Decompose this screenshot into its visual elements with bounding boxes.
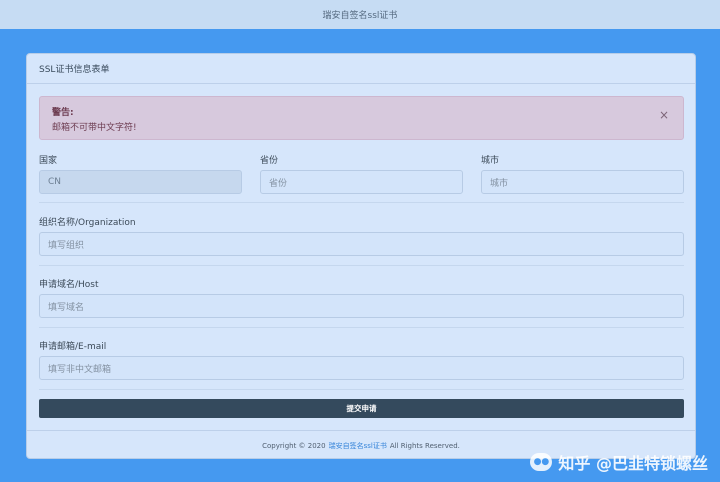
- wechat-icon: ●●: [530, 453, 553, 471]
- city-input[interactable]: 城市: [481, 170, 684, 194]
- country-label: 国家: [39, 156, 58, 166]
- card-header: SSL证书信息表单: [27, 54, 695, 84]
- watermark: ●● 知乎 @巴韭特锁螺丝: [530, 450, 708, 474]
- watermark-text: 知乎 @巴韭特锁螺丝: [558, 454, 708, 473]
- province-input[interactable]: 省份: [260, 170, 463, 194]
- top-bar: 瑞安自签名ssl证书: [0, 0, 720, 29]
- submit-label: 提交申请: [346, 404, 377, 413]
- form-title: SSL证书信息表单: [39, 65, 110, 75]
- organization-input[interactable]: 填写组织: [39, 232, 684, 256]
- close-icon[interactable]: ×: [659, 109, 669, 121]
- city-placeholder: 城市: [490, 178, 509, 189]
- alert-title: 警告:: [52, 108, 74, 118]
- email-input[interactable]: 填写非中文邮箱: [39, 356, 684, 380]
- divider: [39, 265, 684, 266]
- host-input[interactable]: 填写域名: [39, 294, 684, 318]
- submit-button[interactable]: 提交申请: [39, 399, 684, 418]
- organization-label: 组织名称/Organization: [39, 218, 136, 228]
- email-placeholder: 填写非中文邮箱: [48, 364, 112, 375]
- form-card: SSL证书信息表单 警告: 邮箱不可带中文字符! × 国家 CN 省份 省份 城…: [26, 53, 696, 459]
- copyright-prefix: Copyright © 2020: [262, 441, 326, 450]
- city-label: 城市: [481, 156, 500, 166]
- organization-placeholder: 填写组织: [48, 240, 85, 251]
- copyright-suffix: All Rights Reserved.: [389, 441, 460, 450]
- divider: [39, 327, 684, 328]
- country-input[interactable]: CN: [39, 170, 242, 194]
- footer-link[interactable]: 瑞安自签名ssl证书: [329, 441, 387, 451]
- email-label: 申请邮箱/E-mail: [39, 342, 107, 352]
- divider: [39, 389, 684, 390]
- host-placeholder: 填写域名: [48, 302, 85, 313]
- province-placeholder: 省份: [269, 178, 288, 189]
- host-label: 申请域名/Host: [39, 280, 99, 290]
- alert-message: 邮箱不可带中文字符!: [52, 123, 137, 133]
- site-title: 瑞安自签名ssl证书: [322, 11, 398, 21]
- warning-alert: 警告: 邮箱不可带中文字符! ×: [39, 96, 684, 140]
- divider: [39, 202, 684, 203]
- country-value: CN: [48, 177, 62, 187]
- province-label: 省份: [260, 156, 279, 166]
